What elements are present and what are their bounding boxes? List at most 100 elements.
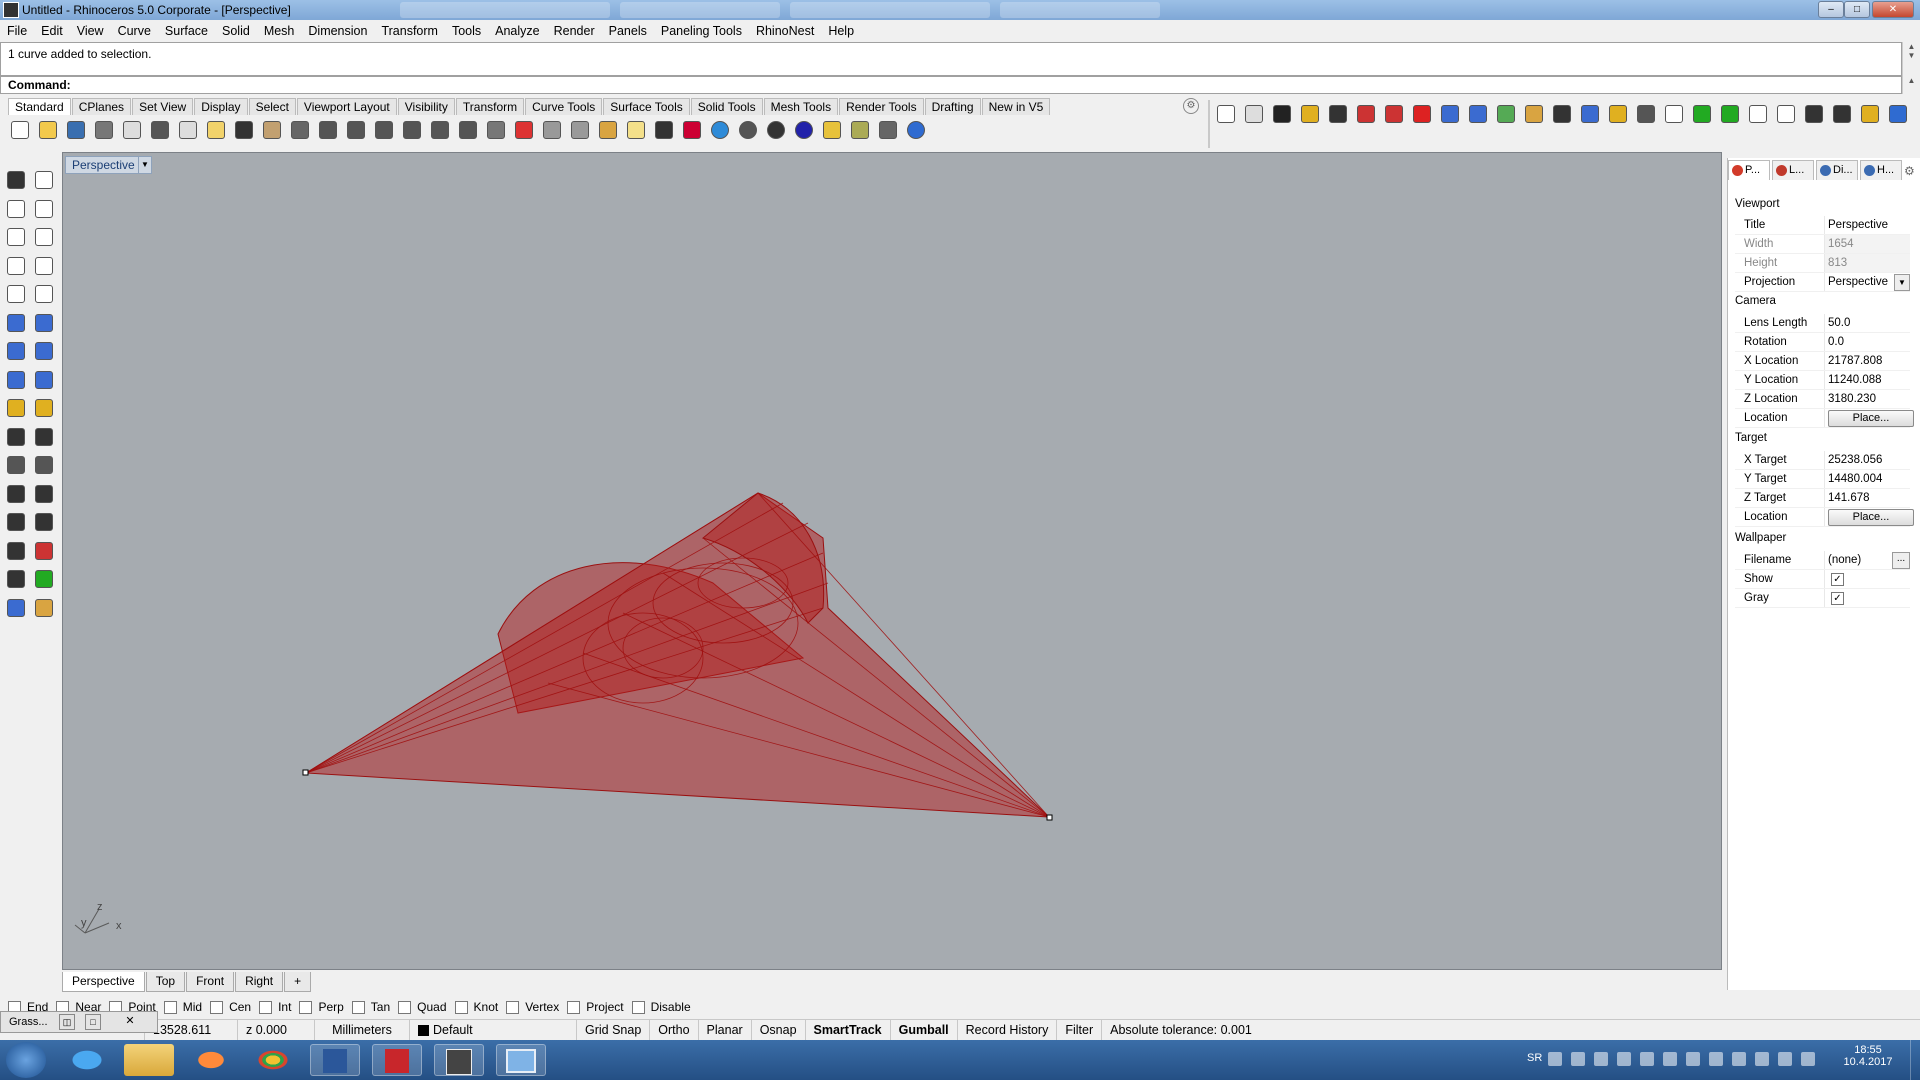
viewport-tab-top[interactable]: Top (145, 972, 186, 992)
toolbar-tab-set-view[interactable]: Set View (132, 98, 194, 115)
help-icon[interactable] (904, 118, 926, 140)
menu-item-help[interactable]: Help (821, 24, 861, 38)
undo-icon[interactable] (232, 118, 254, 140)
osnap-quad[interactable]: Quad (398, 1000, 447, 1014)
toolbar-tab-solid-tools[interactable]: Solid Tools (690, 98, 763, 115)
zoom-window-icon[interactable] (344, 118, 366, 140)
menu-item-edit[interactable]: Edit (34, 24, 70, 38)
status-toggle-grid-snap[interactable]: Grid Snap (577, 1020, 651, 1041)
cut-icon[interactable] (148, 118, 170, 140)
toolbar-tab-select[interactable]: Select (248, 98, 296, 115)
dimension-tool-icon[interactable] (4, 567, 26, 589)
paste-icon[interactable] (204, 118, 226, 140)
menu-item-mesh[interactable]: Mesh (257, 24, 302, 38)
loft-tool-icon[interactable] (32, 453, 54, 475)
image-viewer-icon[interactable] (496, 1044, 546, 1076)
rectangle-tool-icon[interactable] (32, 254, 54, 276)
current-layer[interactable]: Default (410, 1020, 577, 1041)
select-arrow-icon[interactable] (1550, 102, 1572, 124)
tree-icon[interactable] (1718, 102, 1740, 124)
volume-tray-icon[interactable] (1571, 1052, 1585, 1066)
cylinder-tool-icon[interactable] (4, 368, 26, 390)
prop-y-location[interactable]: Y Location 11240.088 (1735, 371, 1910, 390)
shield-tray-icon[interactable] (1617, 1052, 1631, 1066)
menu-item-analyze[interactable]: Analyze (488, 24, 546, 38)
status-toggle-record-history[interactable]: Record History (958, 1020, 1058, 1041)
chrome-icon[interactable] (248, 1044, 298, 1076)
viewport-tab-front[interactable]: Front (186, 972, 235, 992)
shade-gray-icon[interactable] (736, 118, 758, 140)
ellipse-tool-icon[interactable] (4, 282, 26, 304)
join-tool-icon[interactable] (32, 510, 54, 532)
prop-x-target[interactable]: X Target 25238.056 (1735, 451, 1910, 470)
osnap-tan[interactable]: Tan (351, 1000, 390, 1014)
menu-item-solid[interactable]: Solid (215, 24, 257, 38)
osnap-perp[interactable]: Perp (299, 1000, 344, 1014)
prop-rotation[interactable]: Rotation 0.0 (1735, 333, 1910, 352)
osnap-mid[interactable]: Mid (163, 1000, 202, 1014)
camera-place-button[interactable]: Place... (1828, 410, 1914, 427)
clock[interactable]: 18:55 10.4.2017 (1838, 1044, 1898, 1068)
speaker-tray-icon[interactable] (1801, 1052, 1815, 1066)
grasshopper-minimized-window[interactable]: Grass... ◫ □ ✕ (0, 1011, 158, 1033)
toolbar-tab-curve-tools[interactable]: Curve Tools (525, 98, 603, 115)
copy-tool-icon[interactable] (32, 425, 54, 447)
osnap-int-checkbox[interactable] (259, 1000, 273, 1014)
toolbar-tab-display[interactable]: Display (194, 98, 248, 115)
osnap-project-checkbox[interactable] (567, 1000, 581, 1014)
status-toggle-smarttrack[interactable]: SmartTrack (806, 1020, 891, 1041)
numbered-1-2-icon[interactable] (1270, 102, 1292, 124)
target-place-button[interactable]: Place... (1828, 509, 1914, 526)
save-icon[interactable] (64, 118, 86, 140)
select-arrow-tool-icon[interactable] (4, 168, 26, 190)
panel-settings-gear-icon[interactable]: ⚙ (1904, 164, 1915, 178)
plane-tool-icon[interactable] (32, 368, 54, 390)
list-icon[interactable] (1242, 102, 1264, 124)
status-toggle-osnap[interactable]: Osnap (752, 1020, 806, 1041)
text-tool-icon[interactable] (4, 510, 26, 532)
network-tray-icon[interactable] (1548, 1052, 1562, 1066)
show-desktop-button[interactable] (1910, 1040, 1920, 1080)
shade-dark-icon[interactable] (764, 118, 786, 140)
close-icon[interactable]: ✕ (123, 1014, 137, 1028)
boolean-tool-icon[interactable] (32, 396, 54, 418)
panel-tab-1[interactable]: L... (1772, 160, 1814, 180)
move-tool-icon[interactable] (4, 425, 26, 447)
osnap-cen-checkbox[interactable] (210, 1000, 224, 1014)
nvidia-tray-icon[interactable] (1732, 1052, 1746, 1066)
osnap-disable[interactable]: Disable (631, 1000, 691, 1014)
sort-icon[interactable] (1298, 102, 1320, 124)
internet-explorer-icon[interactable] (62, 1044, 112, 1076)
language-indicator[interactable]: SR (1527, 1052, 1542, 1064)
osnap-disable-checkbox[interactable] (631, 1000, 645, 1014)
bluetooth-tray-icon[interactable] (1663, 1052, 1677, 1066)
folder-icon[interactable] (1606, 102, 1628, 124)
print-icon[interactable] (92, 118, 114, 140)
zoom-in-icon[interactable] (316, 118, 338, 140)
osnap-perp-checkbox[interactable] (299, 1000, 313, 1014)
shapes-icon[interactable] (1382, 102, 1404, 124)
autocad-icon[interactable] (372, 1044, 422, 1076)
status-toggle-ortho[interactable]: Ortho (650, 1020, 699, 1041)
check-tool-icon[interactable] (32, 567, 54, 589)
grid-icon[interactable] (456, 118, 478, 140)
toolbar-tab-visibility[interactable]: Visibility (397, 98, 455, 115)
command-line-scrollbar[interactable]: ▲ (1902, 76, 1920, 94)
status-toggle-gumball[interactable]: Gumball (891, 1020, 958, 1041)
gold-shapes-icon[interactable] (1354, 102, 1376, 124)
osnap-int[interactable]: Int (259, 1000, 291, 1014)
toolbar-tab-viewport-layout[interactable]: Viewport Layout (296, 98, 397, 115)
help-b-icon[interactable] (1886, 102, 1908, 124)
sweep-tool-icon[interactable] (32, 311, 54, 333)
file-explorer-icon[interactable] (124, 1044, 174, 1076)
curve-tool-icon[interactable] (32, 197, 54, 219)
circle-tool-icon[interactable] (4, 225, 26, 247)
nest-icon[interactable] (1214, 102, 1236, 124)
4-view-icon[interactable] (484, 118, 506, 140)
explode-tool-icon[interactable] (4, 396, 26, 418)
prop-lens-length[interactable]: Lens Length 50.0 (1735, 314, 1910, 333)
perspective-viewport[interactable]: x z y (62, 152, 1722, 970)
blue-tool-icon[interactable] (1578, 102, 1600, 124)
hide-icon[interactable] (540, 118, 562, 140)
viewport-tab-perspective[interactable]: Perspective (62, 972, 145, 992)
